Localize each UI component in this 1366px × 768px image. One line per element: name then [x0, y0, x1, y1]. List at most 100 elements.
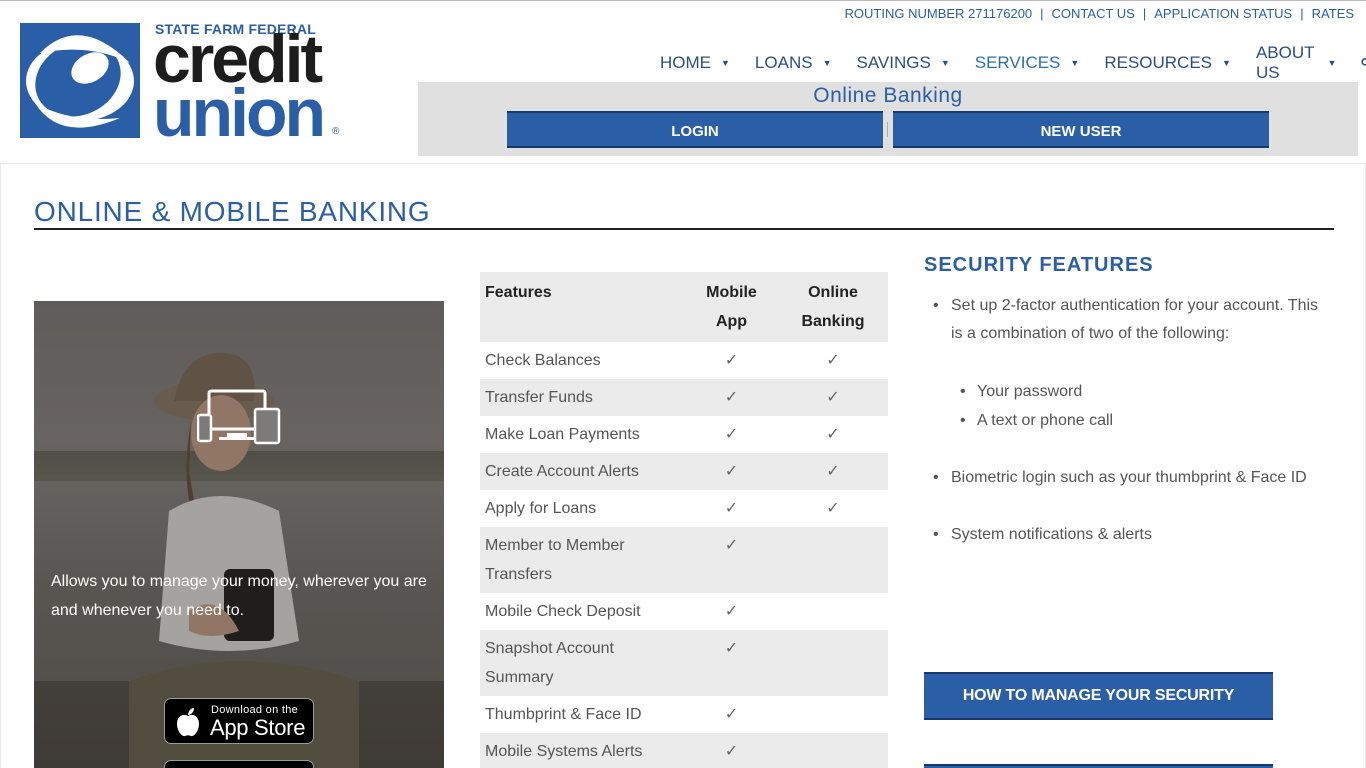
mobile-check-cell: ✓	[724, 500, 739, 517]
nav-item-about-us[interactable]: ABOUT US ▼	[1256, 43, 1337, 83]
feature-cell: Create Account Alerts	[480, 453, 685, 490]
table-row: Mobile Check Deposit ✓	[480, 593, 888, 630]
list-item: Your password	[951, 377, 1334, 406]
online-banking-panel: Online Banking LOGIN NEW USER	[418, 82, 1358, 156]
feature-cell: Snapshot Account Summary	[480, 630, 685, 696]
title-divider	[34, 228, 1334, 230]
new-user-button[interactable]: NEW USER	[893, 111, 1269, 148]
table-row: Check Balances ✓ ✓	[480, 342, 888, 379]
table-row: Member to Member Transfers ✓	[480, 527, 888, 593]
utility-separator: |	[1300, 6, 1304, 21]
nav-label: LOANS	[754, 53, 813, 72]
table-row: Create Account Alerts ✓ ✓	[480, 453, 888, 490]
hero-text: Allows you to manage your money, whereve…	[51, 573, 427, 619]
mobile-check-cell: ✓	[724, 352, 739, 369]
mobile-check-cell: ✓	[724, 603, 739, 620]
mobile-check-cell: ✓	[685, 733, 778, 768]
secondary-button[interactable]	[924, 764, 1273, 768]
security-features-title: SECURITY FEATURES	[924, 254, 1154, 276]
list-item: Biometric login such as your thumbprint …	[924, 464, 1334, 492]
header-features: Features	[480, 272, 685, 342]
chevron-down-icon: ▼	[940, 58, 950, 68]
security-sub-list: Your password A text or phone call	[951, 377, 1334, 435]
login-button[interactable]: LOGIN	[507, 111, 883, 148]
feature-cell: Apply for Loans	[485, 500, 597, 517]
security-item-text: Set up 2-factor authentication for your …	[951, 297, 1319, 342]
nav-label: RESOURCES	[1104, 53, 1213, 72]
mobile-check-cell: ✓	[724, 426, 739, 443]
utility-separator: |	[1040, 6, 1044, 21]
online-check-cell	[778, 733, 888, 768]
mobile-check-cell: ✓	[685, 630, 778, 696]
application-status-link[interactable]: APPLICATION STATUS	[1154, 6, 1292, 21]
feature-cell: Mobile Systems Alerts	[480, 733, 685, 768]
mobile-check-cell: ✓	[685, 453, 778, 490]
devices-icon	[197, 389, 281, 445]
feature-cell: Check Balances	[485, 352, 601, 369]
header-online-banking: Online Banking	[778, 272, 888, 342]
feature-cell: Member to Member Transfers	[480, 527, 685, 593]
table-row: Make Loan Payments ✓ ✓	[480, 416, 888, 453]
app-store-badge[interactable]: Download on the App Store	[164, 698, 314, 744]
nav-item-savings[interactable]: SAVINGS ▼	[856, 53, 949, 73]
nav-item-loans[interactable]: LOANS ▼	[755, 53, 832, 73]
nav-item-services[interactable]: SERVICES ▼	[975, 53, 1080, 73]
features-comparison-table: Features Mobile App Online Banking Check…	[480, 272, 888, 768]
list-item: Set up 2-factor authentication for your …	[924, 292, 1334, 435]
list-item: A text or phone call	[951, 406, 1334, 435]
list-item: System notifications & alerts	[924, 521, 1334, 549]
online-check-cell: ✓	[826, 352, 840, 369]
search-icon[interactable]	[1361, 56, 1366, 70]
online-check-cell	[778, 696, 888, 733]
header-mobile-app: Mobile App	[685, 272, 778, 342]
mobile-check-cell: ✓	[724, 706, 739, 723]
security-features-section: SECURITY FEATURES Set up 2-factor authen…	[924, 254, 1334, 549]
table-row: Mobile Systems Alerts ✓	[480, 733, 888, 768]
nav-label: HOME	[660, 53, 711, 72]
logo-mark-icon	[20, 23, 140, 138]
table-row: Snapshot Account Summary ✓	[480, 630, 888, 696]
mobile-check-cell: ✓	[685, 379, 778, 416]
table-row: Thumbprint & Face ID ✓	[480, 696, 888, 733]
chevron-down-icon: ▼	[721, 58, 730, 68]
online-check-cell	[778, 593, 888, 630]
online-check-cell: ✓	[778, 379, 888, 416]
nav-label: ABOUT US	[1255, 43, 1315, 82]
mobile-app-hero: Allows you to manage your money, whereve…	[34, 301, 444, 768]
feature-cell: Thumbprint & Face ID	[485, 706, 642, 723]
nav-label: SERVICES	[974, 53, 1061, 72]
manage-security-button[interactable]: HOW TO MANAGE YOUR SECURITY	[924, 672, 1273, 720]
security-features-list: Set up 2-factor authentication for your …	[924, 292, 1334, 549]
routing-number-link[interactable]: ROUTING NUMBER 271176200	[845, 6, 1033, 21]
rates-link[interactable]: RATES	[1312, 6, 1354, 21]
main-nav: HOME ▼ LOANS ▼ SAVINGS ▼ SERVICES ▼ RESO…	[660, 43, 1366, 83]
site-logo[interactable]: STATE FARM FEDERAL credit union ®	[20, 21, 350, 147]
table-header-row: Features Mobile App Online Banking	[480, 272, 888, 342]
feature-cell: Mobile Check Deposit	[485, 603, 641, 620]
divider	[887, 122, 888, 137]
utility-separator: |	[1142, 6, 1147, 21]
online-check-cell: ✓	[826, 426, 840, 443]
registered-mark: ®	[332, 126, 340, 137]
contact-us-link[interactable]: CONTACT US	[1052, 6, 1135, 21]
brand-name-union: union	[153, 75, 326, 151]
table-row: Transfer Funds ✓ ✓	[480, 379, 888, 416]
online-check-cell: ✓	[826, 500, 840, 517]
feature-cell: Make Loan Payments	[485, 426, 640, 443]
nav-item-resources[interactable]: RESOURCES ▼	[1104, 53, 1231, 73]
table-row: Apply for Loans ✓ ✓	[480, 490, 888, 527]
chevron-down-icon: ▼	[822, 58, 832, 68]
nav-item-home[interactable]: HOME ▼	[660, 53, 730, 73]
main-content: ONLINE & MOBILE BANKING Allows you to ma…	[0, 163, 1366, 768]
nav-label: SAVINGS	[856, 53, 931, 72]
google-play-badge[interactable]	[164, 760, 314, 768]
site-header: STATE FARM FEDERAL credit union ® ROUTIN…	[0, 0, 1366, 163]
online-check-cell: ✓	[778, 453, 888, 490]
online-check-cell	[778, 527, 888, 593]
page-title: ONLINE & MOBILE BANKING	[34, 196, 431, 227]
apple-icon	[177, 708, 199, 737]
app-store-big-text: App Store	[210, 715, 306, 740]
feature-cell: Transfer Funds	[480, 379, 685, 416]
spacer	[924, 492, 1334, 521]
online-check-cell	[778, 630, 888, 696]
